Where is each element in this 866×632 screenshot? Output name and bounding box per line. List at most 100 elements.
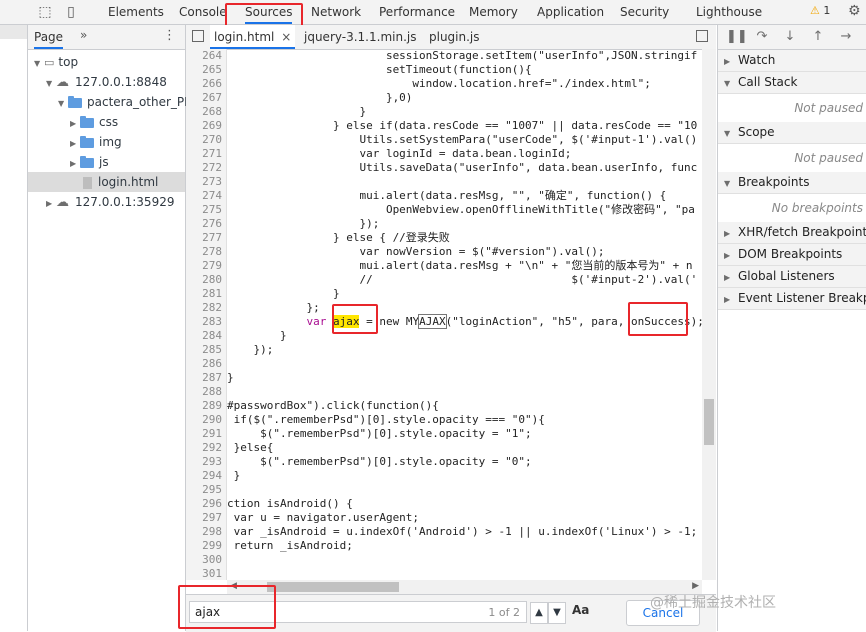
pause-icon[interactable]: ❚❚ <box>726 29 748 45</box>
code-line: if($(".rememberPsd")[0].style.opacity ==… <box>227 413 545 426</box>
code-token-boxed: AJAX <box>418 314 447 329</box>
toggle-debugger-icon[interactable] <box>696 30 708 42</box>
line-number[interactable]: 286 <box>188 357 222 371</box>
tab-security[interactable]: Security <box>620 0 669 24</box>
line-number[interactable]: 288 <box>188 385 222 399</box>
tab-application[interactable]: Application <box>537 0 604 24</box>
line-number[interactable]: 290 <box>188 413 222 427</box>
search-bar: ajax 1 of 2 ▲ ▼ Aa Cancel <box>186 594 716 632</box>
device-toolbar-icon[interactable]: ▯ <box>62 3 80 21</box>
line-number[interactable]: 265 <box>188 63 222 77</box>
close-tab-icon[interactable]: × <box>281 30 291 44</box>
line-number[interactable]: 294 <box>188 469 222 483</box>
more-tabs-icon[interactable]: » <box>80 28 87 42</box>
line-number[interactable]: 291 <box>188 427 222 441</box>
line-number[interactable]: 298 <box>188 525 222 539</box>
line-number[interactable]: 296 <box>188 497 222 511</box>
line-number[interactable]: 284 <box>188 329 222 343</box>
line-number[interactable]: 281 <box>188 287 222 301</box>
section-event-listener-breakpoints[interactable]: ▶Event Listener Breakpoints <box>718 288 866 310</box>
expand-arrow-icon: ▼ <box>724 129 731 138</box>
line-number[interactable]: 276 <box>188 217 222 231</box>
section-dom-breakpoints[interactable]: ▶ DOM Breakpoints <box>718 244 866 266</box>
step-into-icon[interactable]: ↓ <box>782 29 798 45</box>
step-out-icon[interactable]: ↑ <box>810 29 826 45</box>
line-number[interactable]: 275 <box>188 203 222 217</box>
tree-item-host-8848[interactable]: ▼ ☁ 127.0.0.1:8848 <box>46 72 167 92</box>
code-editor[interactable]: sessionStorage.setItem("userInfo",JSON.s… <box>227 49 702 580</box>
line-number[interactable]: 279 <box>188 259 222 273</box>
line-number[interactable]: 278 <box>188 245 222 259</box>
line-number[interactable]: 293 <box>188 455 222 469</box>
line-number[interactable]: 269 <box>188 119 222 133</box>
line-number[interactable]: 297 <box>188 511 222 525</box>
line-number[interactable]: 300 <box>188 553 222 567</box>
tab-performance[interactable]: Performance <box>379 0 455 24</box>
search-input[interactable]: ajax 1 of 2 <box>189 601 527 623</box>
line-number[interactable]: 270 <box>188 133 222 147</box>
editor-tab-plugin-js[interactable]: plugin.js <box>429 25 480 49</box>
line-number[interactable]: 273 <box>188 175 222 189</box>
scroll-left-icon[interactable]: ◀ <box>230 581 237 591</box>
horizontal-scrollbar[interactable]: ◀ ▶ <box>227 580 702 594</box>
code-line: mui.alert(data.resMsg, "", "确定", functio… <box>227 189 667 202</box>
editor-tab-login-html[interactable]: login.html × <box>210 25 296 49</box>
line-number[interactable]: 283 <box>188 315 222 329</box>
tab-elements[interactable]: Elements <box>108 0 164 24</box>
line-number[interactable]: 295 <box>188 483 222 497</box>
section-global-listeners[interactable]: ▶ Global Listeners <box>718 266 866 288</box>
line-number[interactable]: 282 <box>188 301 222 315</box>
section-breakpoints[interactable]: ▼ Breakpoints <box>718 172 866 194</box>
tree-item-folder-css[interactable]: ▶ css <box>70 112 118 132</box>
section-watch[interactable]: ▶ Watch <box>718 50 866 72</box>
section-scope[interactable]: ▼ Scope <box>718 122 866 144</box>
tree-item-folder-project[interactable]: ▼ pactera_other_PIC <box>58 92 196 112</box>
tree-item-host-35929[interactable]: ▶ ☁ 127.0.0.1:35929 <box>46 192 174 212</box>
line-number[interactable]: 274 <box>188 189 222 203</box>
settings-gear-icon[interactable]: ⚙ <box>848 3 861 19</box>
folder-icon <box>80 135 94 148</box>
horizontal-scroll-thumb[interactable] <box>267 582 399 592</box>
collapse-arrow-icon: ▶ <box>724 273 731 282</box>
tree-item-folder-img[interactable]: ▶ img <box>70 132 122 152</box>
line-number[interactable]: 271 <box>188 147 222 161</box>
toggle-navigator-icon[interactable] <box>192 30 204 42</box>
previous-match-button[interactable]: ▲ <box>530 602 548 624</box>
scroll-right-icon[interactable]: ▶ <box>692 581 699 591</box>
line-number[interactable]: 285 <box>188 343 222 357</box>
tab-lighthouse[interactable]: Lighthouse <box>696 0 762 24</box>
tab-memory[interactable]: Memory <box>469 0 518 24</box>
editor-tab-jquery[interactable]: jquery-3.1.1.min.js <box>304 25 416 49</box>
tab-page[interactable]: Page <box>34 25 64 49</box>
section-call-stack[interactable]: ▼ Call Stack <box>718 72 866 94</box>
tree-item-login-html[interactable]: login.html <box>28 172 185 192</box>
tree-item-top[interactable]: ▼ ▭ top <box>34 52 78 72</box>
navigator-menu-icon[interactable]: ⋮ <box>163 28 176 43</box>
line-number[interactable]: 299 <box>188 539 222 553</box>
vertical-scroll-thumb[interactable] <box>704 399 714 445</box>
tree-item-folder-js[interactable]: ▶ js <box>70 152 109 172</box>
next-match-button[interactable]: ▼ <box>548 602 566 624</box>
section-xhr-breakpoints[interactable]: ▶ XHR/fetch Breakpoints <box>718 222 866 244</box>
line-number[interactable]: 301 <box>188 567 222 580</box>
line-number[interactable]: 292 <box>188 441 222 455</box>
inspect-element-icon[interactable]: ⬚ <box>36 3 54 21</box>
vertical-scrollbar[interactable] <box>702 49 716 580</box>
line-number[interactable]: 264 <box>188 49 222 63</box>
line-number[interactable]: 272 <box>188 161 222 175</box>
step-icon[interactable]: → <box>838 29 854 45</box>
match-case-button[interactable]: Aa <box>572 603 589 617</box>
line-number[interactable]: 289 <box>188 399 222 413</box>
tab-console[interactable]: Console <box>179 0 227 24</box>
warning-indicator[interactable]: ⚠ 1 <box>810 4 830 17</box>
step-over-icon[interactable]: ↷ <box>754 29 770 45</box>
line-number[interactable]: 287 <box>188 371 222 385</box>
line-number[interactable]: 266 <box>188 77 222 91</box>
code-line: OpenWebview.openOfflineWithTitle("修改密码",… <box>227 203 695 216</box>
line-number[interactable]: 267 <box>188 91 222 105</box>
line-number[interactable]: 277 <box>188 231 222 245</box>
tab-network[interactable]: Network <box>311 0 361 24</box>
line-number[interactable]: 268 <box>188 105 222 119</box>
tab-sources[interactable]: Sources <box>245 0 293 24</box>
line-number[interactable]: 280 <box>188 273 222 287</box>
